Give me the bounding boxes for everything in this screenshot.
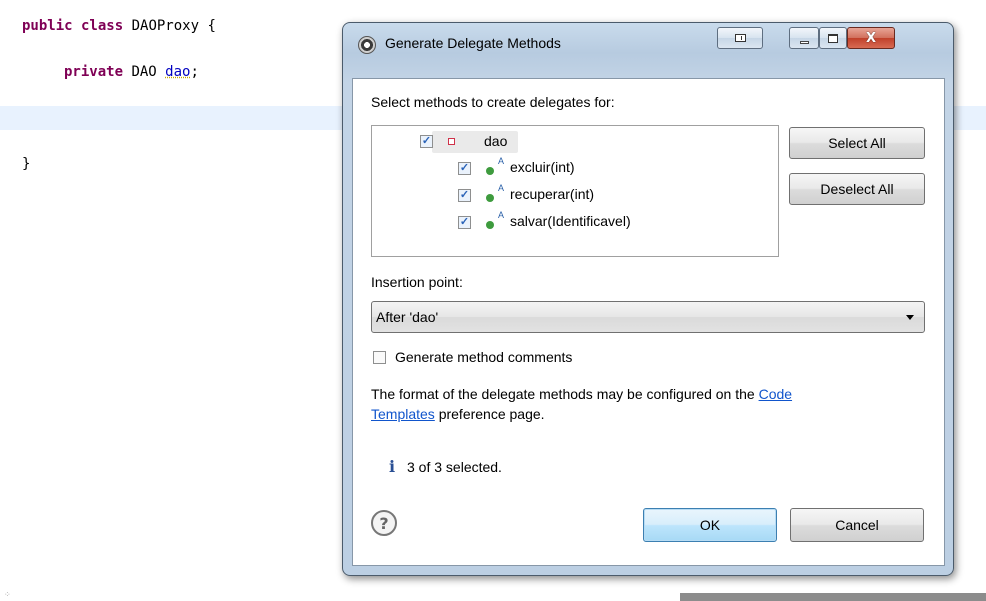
cancel-button[interactable]: Cancel bbox=[790, 508, 924, 542]
window-maximize-button[interactable] bbox=[819, 27, 847, 49]
chevron-down-icon bbox=[906, 315, 914, 320]
excluir-checkbox[interactable]: ✓ bbox=[458, 162, 471, 175]
methods-tree[interactable]: ✓ dao ✓ A excluir(int) ✓ A recuperar(int… bbox=[371, 125, 779, 257]
restore-icon bbox=[734, 34, 746, 42]
generate-comments-checkbox[interactable] bbox=[373, 351, 386, 364]
abstract-marker: A bbox=[498, 183, 505, 193]
info-text-line2: Templates preference page. bbox=[371, 406, 545, 422]
tree-item-salvar[interactable]: salvar(Identificavel) bbox=[510, 213, 631, 229]
code-line-field-declaration[interactable]: private DAO dao; bbox=[64, 64, 199, 80]
window-minimize-button[interactable] bbox=[789, 27, 819, 49]
dao-checkbox[interactable]: ✓ bbox=[420, 135, 433, 148]
generate-delegate-methods-dialog: Generate Delegate Methods X Select metho… bbox=[342, 22, 954, 576]
info-text-suffix: preference page. bbox=[434, 406, 545, 422]
code-line-closing-brace[interactable]: } bbox=[22, 156, 30, 172]
insertion-point-value: After 'dao' bbox=[376, 309, 439, 325]
code-templates-link-part1[interactable]: Code bbox=[759, 386, 792, 402]
code-line-class-declaration[interactable]: public class DAOProxy { bbox=[22, 18, 216, 34]
public-method-icon bbox=[486, 167, 494, 175]
select-methods-label: Select methods to create delegates for: bbox=[371, 94, 615, 110]
public-method-icon bbox=[486, 221, 494, 229]
info-text-line1: The format of the delegate methods may b… bbox=[371, 386, 792, 402]
selection-status: 3 of 3 selected. bbox=[407, 459, 502, 475]
keyword-private: private bbox=[64, 64, 124, 80]
class-name: DAOProxy { bbox=[123, 18, 216, 34]
tree-item-excluir[interactable]: excluir(int) bbox=[510, 159, 575, 175]
code-templates-link-part2[interactable]: Templates bbox=[371, 406, 435, 422]
close-icon: X bbox=[865, 30, 877, 46]
info-text-prefix: The format of the delegate methods may b… bbox=[371, 386, 759, 402]
abstract-marker: A bbox=[498, 210, 505, 220]
deselect-all-button[interactable]: Deselect All bbox=[789, 173, 925, 205]
help-icon[interactable]: ? bbox=[371, 510, 397, 536]
dialog-content: Select methods to create delegates for: … bbox=[352, 78, 945, 566]
maximize-icon bbox=[828, 33, 838, 43]
abstract-marker: A bbox=[498, 156, 505, 166]
dialog-title: Generate Delegate Methods bbox=[385, 35, 561, 51]
window-restore-button[interactable] bbox=[717, 27, 763, 49]
salvar-checkbox[interactable]: ✓ bbox=[458, 216, 471, 229]
semicolon: ; bbox=[190, 64, 199, 80]
editor-scrollbar[interactable] bbox=[680, 593, 986, 601]
tree-item-recuperar[interactable]: recuperar(int) bbox=[510, 186, 594, 202]
keyword-public-class: public class bbox=[22, 18, 124, 34]
tree-item-dao[interactable]: dao bbox=[484, 133, 507, 149]
window-close-button[interactable]: X bbox=[847, 27, 895, 49]
select-all-button[interactable]: Select All bbox=[789, 127, 925, 159]
public-method-icon bbox=[486, 194, 494, 202]
info-icon: i bbox=[389, 457, 396, 476]
generate-comments-label[interactable]: Generate method comments bbox=[395, 349, 572, 365]
eclipse-app-icon bbox=[358, 36, 376, 54]
insertion-point-select[interactable]: After 'dao' bbox=[371, 301, 925, 333]
field-type: DAO bbox=[123, 64, 166, 80]
field-icon bbox=[448, 138, 455, 145]
recuperar-checkbox[interactable]: ✓ bbox=[458, 189, 471, 202]
ok-button[interactable]: OK bbox=[643, 508, 777, 542]
editor-corner-marker: ⁘ bbox=[4, 590, 11, 599]
minimize-icon bbox=[799, 40, 809, 44]
field-name: dao bbox=[165, 64, 191, 80]
insertion-point-label: Insertion point: bbox=[371, 274, 463, 290]
